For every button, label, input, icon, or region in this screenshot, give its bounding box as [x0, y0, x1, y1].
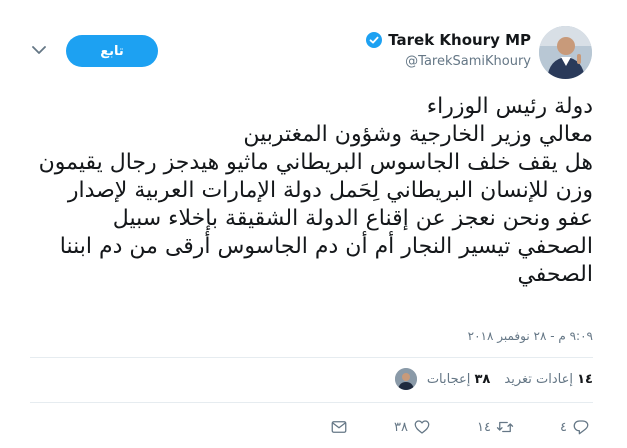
author-name: Tarek Khoury MP — [388, 31, 531, 49]
message-button[interactable] — [330, 418, 348, 436]
divider — [30, 402, 593, 403]
heart-icon — [414, 420, 430, 434]
retweet-button[interactable]: ١٤ — [477, 418, 514, 436]
chevron-down-icon[interactable] — [29, 42, 49, 58]
retweets-count: ١٤ — [577, 372, 593, 387]
like-button[interactable]: ٣٨ — [394, 418, 431, 436]
retweets-label: إعادات تغريد — [504, 372, 573, 387]
likes-stat[interactable]: ٣٨ إعجابات — [427, 372, 491, 387]
liker-avatar[interactable] — [395, 368, 417, 390]
author-handle[interactable]: @TarekSamiKhoury — [405, 54, 531, 69]
tweet-line: الصحفي تيسير النجار أم أن دم الجاسوس أرق… — [59, 234, 593, 259]
tweet-line: معالي وزير الخارجية وشؤون المغتربين — [243, 122, 593, 147]
verified-badge-icon — [366, 32, 383, 48]
tweet-line: وزن للإنسان البريطاني لِحَمل دولة الإمار… — [67, 178, 593, 203]
tweet-line: عفو ونحن نعجز عن إقناع الدولة الشقيقة بإ… — [112, 206, 593, 231]
retweet-icon — [496, 421, 514, 433]
follow-button[interactable]: تابع — [66, 35, 158, 67]
avatar-photo — [539, 26, 592, 79]
tweet-line: دولة رئيس الوزراء — [426, 94, 593, 119]
like-count: ٣٨ — [394, 419, 409, 435]
divider — [30, 357, 593, 358]
retweet-count: ١٤ — [477, 419, 491, 435]
author-avatar[interactable] — [539, 26, 592, 79]
likes-label: إعجابات — [426, 372, 471, 387]
tweet-line: هل يقف خلف الجاسوس البريطاني ماثيو هيدجز… — [38, 150, 593, 175]
tweet-timestamp[interactable]: ٩:٠٩ م - ٢٨ نوفمبر ٢٠١٨ — [468, 329, 593, 343]
reply-icon — [573, 420, 589, 435]
tweet-stats: ١٤ إعادات تغريد ٣٨ إعجابات — [427, 372, 593, 387]
likes-count: ٣٨ — [474, 372, 491, 387]
reply-count: ٤ — [560, 419, 567, 435]
envelope-icon — [331, 421, 347, 433]
retweets-stat[interactable]: ١٤ إعادات تغريد — [504, 372, 593, 387]
author-name-row[interactable]: Tarek Khoury MP — [366, 31, 531, 49]
tweet-text: دولة رئيس الوزراء معالي وزير الخارجية وش… — [33, 93, 593, 289]
tweet-line: الصحفي — [517, 262, 593, 287]
tweet-actions: ٤ ١٤ ٣٨ — [330, 416, 590, 438]
reply-button[interactable]: ٤ — [560, 418, 590, 436]
